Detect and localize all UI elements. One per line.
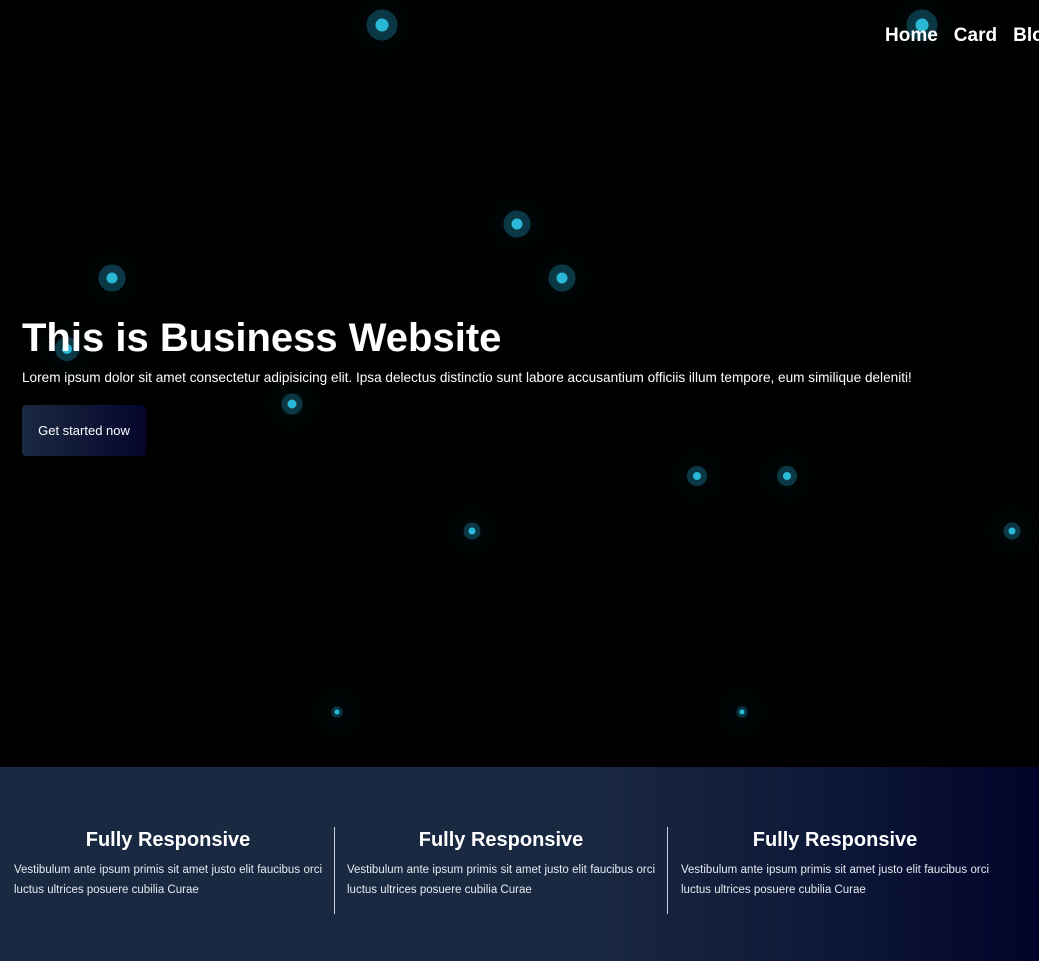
hero-description: Lorem ipsum dolor sit amet consectetur a… — [22, 370, 912, 385]
feature-card: Fully Responsive Vestibulum ante ipsum p… — [681, 827, 989, 914]
particle-dot — [739, 709, 745, 715]
particle-dot — [693, 472, 701, 480]
nav-link-card[interactable]: Card — [954, 22, 997, 50]
page-title: This is Business Website — [22, 316, 502, 360]
feature-card: Fully Responsive Vestibulum ante ipsum p… — [347, 827, 655, 914]
top-nav: Home Card Blo — [885, 22, 1039, 50]
particle-dot — [511, 218, 523, 230]
feature-description: Vestibulum ante ipsum primis sit amet ju… — [681, 864, 989, 896]
feature-description: Vestibulum ante ipsum primis sit amet ju… — [347, 864, 655, 896]
nav-link-home[interactable]: Home — [885, 22, 938, 50]
particle-dot — [106, 272, 118, 284]
particle-dot — [783, 472, 791, 480]
feature-title: Fully Responsive — [85, 829, 251, 851]
features-section: Fully Responsive Vestibulum ante ipsum p… — [0, 767, 1039, 961]
hero-section: Home Card Blo This is Business Website L… — [0, 0, 1039, 767]
feature-title: Fully Responsive — [752, 829, 918, 851]
particle-dot — [375, 18, 389, 32]
feature-card: Fully Responsive Vestibulum ante ipsum p… — [14, 827, 322, 914]
get-started-button[interactable]: Get started now — [22, 405, 146, 456]
feature-title: Fully Responsive — [418, 829, 584, 851]
particle-dot — [556, 272, 568, 284]
hero-content: This is Business Website Lorem ipsum dol… — [22, 312, 912, 456]
nav-link-blog[interactable]: Blo — [1013, 22, 1039, 50]
feature-divider — [334, 827, 335, 914]
feature-description: Vestibulum ante ipsum primis sit amet ju… — [14, 864, 322, 896]
particle-dot — [468, 527, 476, 535]
feature-divider — [667, 827, 668, 914]
particle-dot — [1008, 527, 1016, 535]
particle-dot — [334, 709, 340, 715]
